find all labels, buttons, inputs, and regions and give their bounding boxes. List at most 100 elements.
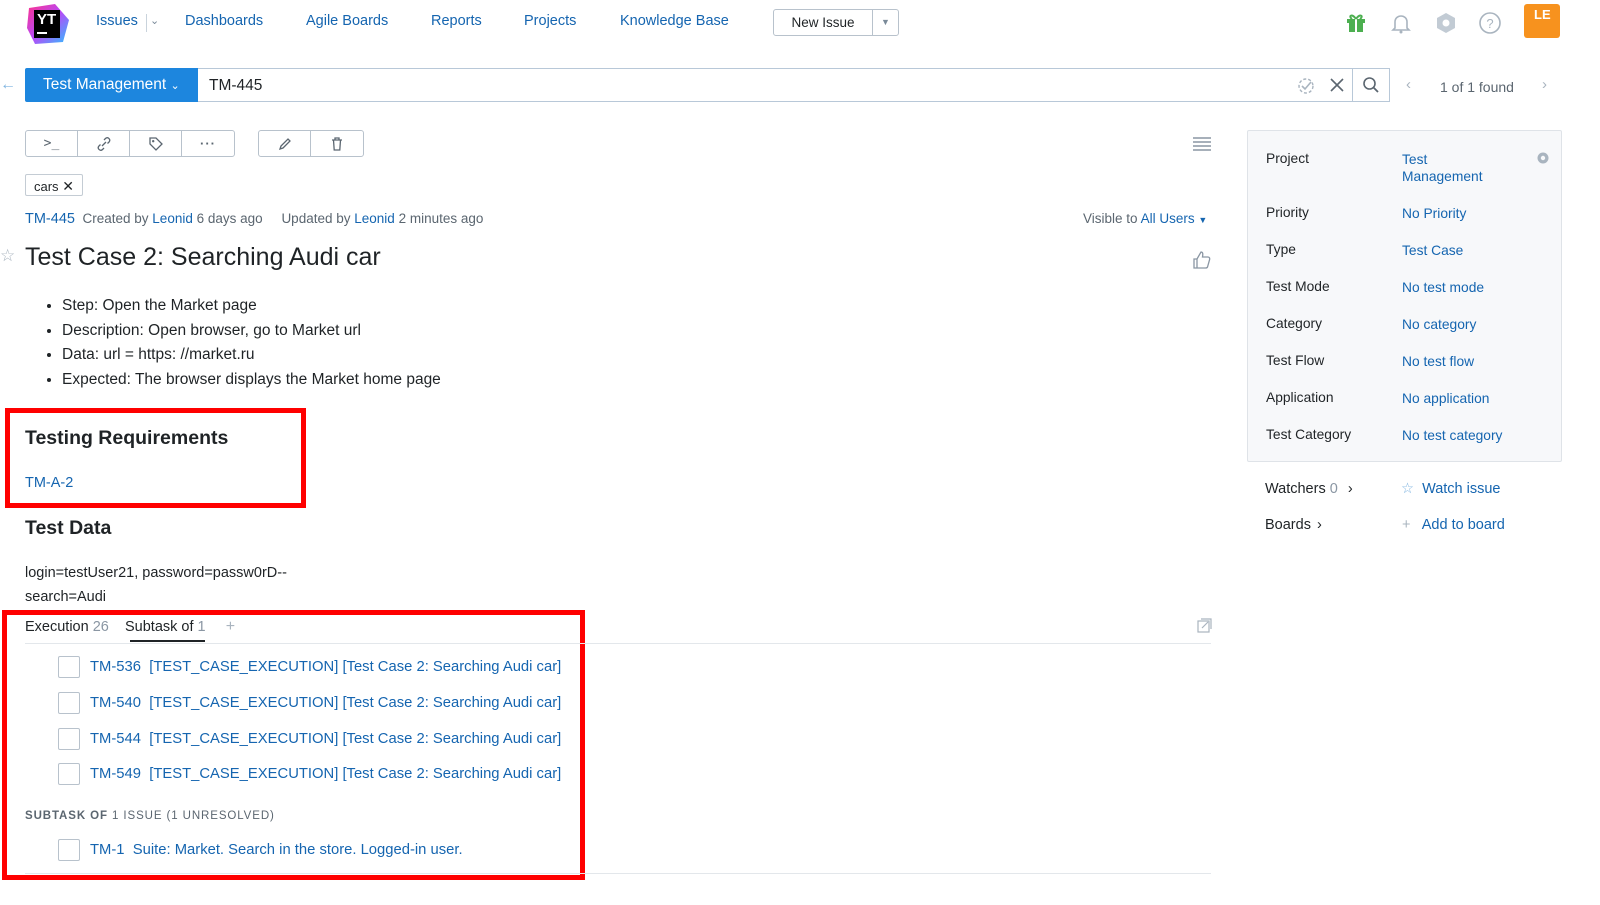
field-label-priority: Priority	[1266, 205, 1309, 220]
parent-issue-row[interactable]: TM-1 Suite: Market. Search in the store.…	[58, 838, 463, 862]
nav-projects[interactable]: Projects	[524, 13, 576, 29]
testing-requirements-heading: Testing Requirements	[25, 427, 229, 449]
tab-subtask-of[interactable]: Subtask of 1	[125, 619, 206, 635]
project-context-label: Test Management	[43, 76, 167, 93]
created-time: 6 days ago	[196, 211, 263, 226]
updated-by-user[interactable]: Leonid	[354, 211, 395, 226]
more-icon[interactable]: ···	[182, 131, 234, 156]
linked-issue-id[interactable]: TM-549	[90, 766, 141, 782]
add-link-button[interactable]: +	[226, 618, 235, 635]
link-icon[interactable]	[78, 131, 130, 156]
nav-dashboards[interactable]: Dashboards	[185, 13, 263, 29]
issue-checkbox[interactable]	[58, 692, 80, 714]
settings-icon[interactable]	[1536, 151, 1550, 168]
remove-tag-icon[interactable]: ✕	[62, 178, 74, 194]
clear-icon[interactable]	[1328, 76, 1346, 97]
parent-issue-summary[interactable]: Suite: Market. Search in the store. Logg…	[133, 842, 463, 858]
issue-id[interactable]: TM-445	[25, 211, 75, 227]
tab-label: Execution	[25, 619, 89, 635]
bell-icon[interactable]	[1388, 10, 1414, 36]
thumbs-up-icon[interactable]	[1192, 250, 1212, 273]
nav-agile-boards[interactable]: Agile Boards	[306, 13, 388, 29]
linked-issue-id[interactable]: TM-536	[90, 659, 141, 675]
subtask-caption-count: 1 ISSUE (1 UNRESOLVED)	[112, 810, 275, 822]
visibility-value[interactable]: All Users	[1141, 211, 1195, 226]
linked-issue-id[interactable]: TM-540	[90, 695, 141, 711]
field-value-project[interactable]: Test Management	[1402, 151, 1483, 185]
field-value-test-flow[interactable]: No test flow	[1402, 353, 1474, 370]
tab-count: 26	[92, 619, 109, 635]
field-value-test-category[interactable]: No test category	[1402, 427, 1502, 444]
issue-checkbox[interactable]	[58, 656, 80, 678]
new-issue-dropdown-icon[interactable]: ▼	[873, 10, 898, 35]
project-value-line: Management	[1402, 169, 1483, 184]
add-to-board-button[interactable]: + Add to board	[1402, 517, 1505, 533]
settings-icon[interactable]	[1433, 10, 1459, 36]
nav-reports[interactable]: Reports	[431, 13, 482, 29]
open-in-new-icon[interactable]	[1197, 618, 1212, 636]
field-value-type[interactable]: Test Case	[1402, 242, 1463, 259]
requirement-link[interactable]: TM-A-2	[25, 475, 73, 491]
new-issue-label[interactable]: New Issue	[774, 10, 873, 35]
gift-icon[interactable]	[1343, 10, 1369, 36]
boards-label: Boards	[1265, 517, 1311, 533]
chevron-down-icon[interactable]: ⌄	[150, 14, 159, 27]
watch-issue-button[interactable]: ☆ Watch issue	[1401, 481, 1501, 497]
chevron-down-icon[interactable]: ▼	[1198, 215, 1207, 225]
chevron-right-icon: ›	[1347, 481, 1353, 497]
linked-issue-summary[interactable]: [TEST_CASE_EXECUTION] [Test Case 2: Sear…	[149, 731, 561, 747]
field-label-type: Type	[1266, 242, 1296, 257]
issue-tag[interactable]: cars ✕	[25, 174, 83, 196]
field-label-test-mode: Test Mode	[1266, 279, 1330, 294]
new-issue-button[interactable]: New Issue ▼	[773, 9, 899, 36]
linked-issue-summary[interactable]: [TEST_CASE_EXECUTION] [Test Case 2: Sear…	[149, 695, 561, 711]
linked-issue-row[interactable]: TM-549 [TEST_CASE_EXECUTION] [Test Case …	[58, 762, 561, 786]
linked-issue-row[interactable]: TM-540 [TEST_CASE_EXECUTION] [Test Case …	[58, 691, 561, 715]
project-context-button[interactable]: Test Management ⌄	[25, 68, 198, 102]
nav-issues[interactable]: Issues	[96, 13, 138, 29]
boards-toggle[interactable]: Boards ›	[1265, 517, 1322, 533]
list-item: Expected: The browser displays the Marke…	[62, 368, 441, 393]
visibility-control[interactable]: Visible to All Users ▼	[1083, 211, 1207, 226]
issue-checkbox[interactable]	[58, 763, 80, 785]
youtrack-logo[interactable]: YT	[25, 2, 71, 46]
field-value-category[interactable]: No category	[1402, 316, 1476, 333]
help-icon[interactable]: ?	[1477, 10, 1503, 36]
highlight-box	[5, 408, 306, 508]
field-value-test-mode[interactable]: No test mode	[1402, 279, 1484, 296]
add-to-board-label: Add to board	[1421, 517, 1505, 533]
linked-issue-summary[interactable]: [TEST_CASE_EXECUTION] [Test Case 2: Sear…	[149, 766, 561, 782]
command-icon[interactable]: >_	[26, 131, 78, 156]
search-input[interactable]: TM-445	[198, 68, 1353, 102]
delete-icon[interactable]	[311, 131, 363, 156]
back-arrow-icon[interactable]: ←	[0, 76, 16, 94]
linked-issue-row[interactable]: TM-544 [TEST_CASE_EXECUTION] [Test Case …	[58, 727, 561, 751]
field-value-application[interactable]: No application	[1402, 390, 1489, 407]
watchers-toggle[interactable]: Watchers 0 ›	[1265, 481, 1353, 497]
nav-divider	[146, 14, 147, 32]
field-label-test-flow: Test Flow	[1266, 353, 1325, 368]
parent-issue-id[interactable]: TM-1	[90, 842, 125, 858]
prev-result-icon[interactable]: ‹	[1406, 76, 1411, 93]
created-by-user[interactable]: Leonid	[152, 211, 193, 226]
tab-count: 1	[197, 619, 206, 635]
user-avatar[interactable]: LE	[1524, 4, 1560, 38]
nav-knowledge-base[interactable]: Knowledge Base	[620, 13, 729, 29]
search-button[interactable]	[1352, 68, 1390, 102]
linked-issue-row[interactable]: TM-536 [TEST_CASE_EXECUTION] [Test Case …	[58, 655, 561, 679]
watchers-label: Watchers	[1265, 481, 1326, 497]
next-result-icon[interactable]: ›	[1542, 76, 1547, 93]
star-icon[interactable]: ☆	[0, 246, 15, 266]
query-assist-icon[interactable]	[1297, 77, 1315, 98]
tag-icon[interactable]	[130, 131, 182, 156]
tab-execution[interactable]: Execution 26	[25, 619, 109, 635]
issue-checkbox[interactable]	[58, 839, 80, 861]
field-value-priority[interactable]: No Priority	[1402, 205, 1466, 222]
linked-issue-summary[interactable]: [TEST_CASE_EXECUTION] [Test Case 2: Sear…	[149, 659, 561, 675]
issue-checkbox[interactable]	[58, 728, 80, 750]
linked-issue-id[interactable]: TM-544	[90, 731, 141, 747]
edit-icon[interactable]	[259, 131, 311, 156]
edit-toolbar	[258, 130, 364, 157]
chevron-right-icon: ›	[1316, 517, 1322, 533]
hamburger-menu-icon[interactable]	[1192, 136, 1212, 155]
